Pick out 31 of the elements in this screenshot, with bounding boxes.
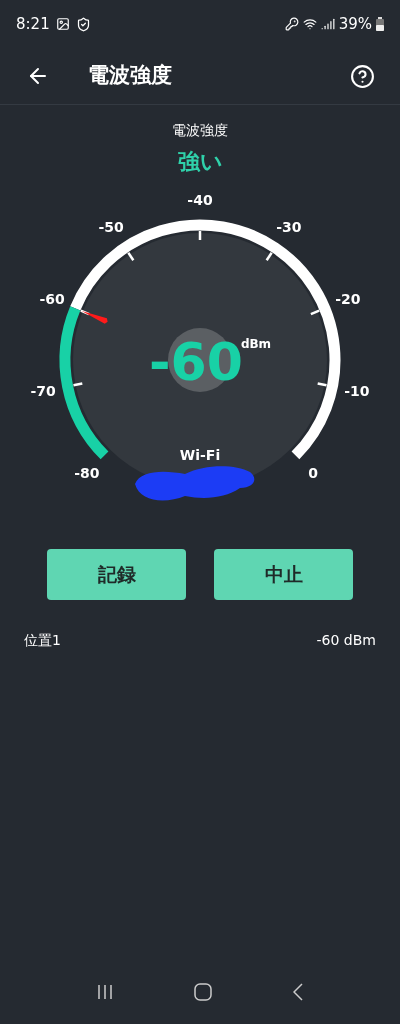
recents-icon[interactable] [96, 984, 113, 1000]
scale-label: -70 [30, 383, 56, 400]
unit-label: dBm [240, 337, 272, 351]
action-button[interactable]: 中止 [214, 549, 353, 600]
scale-label: -50 [98, 218, 124, 235]
image-icon [55, 17, 70, 31]
scale-label: 0 [308, 465, 318, 482]
help-icon[interactable] [349, 63, 375, 89]
back-nav-icon[interactable] [293, 983, 304, 1001]
battery-percent: 39% [338, 13, 372, 35]
scale-label: -80 [74, 465, 100, 482]
signal-icon [320, 17, 335, 31]
signal-caption: 電波強度 [172, 121, 228, 140]
scale-label: -60 [39, 290, 65, 307]
scale-label: -30 [276, 218, 302, 235]
scale-label: -40 [187, 192, 213, 208]
network-type: Wi-Fi [179, 447, 221, 463]
action-button[interactable]: 記録 [47, 549, 186, 600]
wifi-icon [302, 17, 317, 31]
gauge-needle [81, 311, 108, 324]
record-name: 位置1 [24, 631, 61, 650]
status-time: 8:21 [16, 13, 50, 35]
key-icon [284, 17, 299, 31]
app-title: 電波強度 [88, 62, 172, 90]
scale-label: -20 [335, 290, 361, 307]
home-icon[interactable] [194, 983, 212, 1001]
record-value: -60 dBm [316, 631, 376, 650]
shield-icon [75, 16, 91, 32]
scale-label: -10 [344, 383, 370, 400]
battery-icon [376, 17, 384, 31]
signal-quality: 強い [177, 148, 223, 176]
